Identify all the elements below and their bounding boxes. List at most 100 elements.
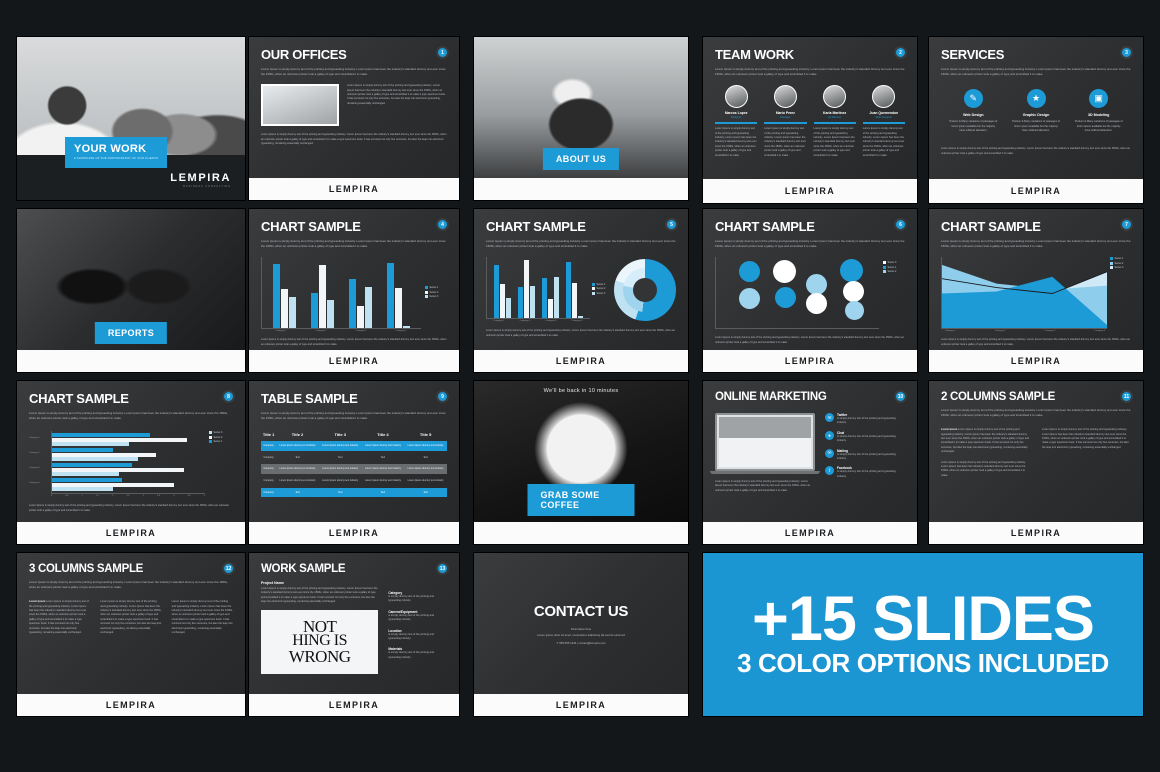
page-title: 2 COLUMNS SAMPLE [941, 391, 1056, 403]
cell: Company [263, 478, 274, 482]
slide-footer: LEMPIRA [703, 517, 917, 544]
slide-number-badge[interactable]: 11 [1120, 390, 1133, 403]
cell: Lorem Ipsum dummy text industry [404, 464, 447, 474]
team-body: 2 TEAM WORK Lorem Ipsum is simply dummy … [703, 37, 917, 179]
team-member[interactable]: Juan Quemendon Web Designer Lorem Ipsum … [862, 85, 905, 158]
slide-chart-bars-donut[interactable]: 5 CHART SAMPLE Lorem Ipsum is simply dum… [473, 208, 689, 373]
column-paragraph: Lorem Ipsum is simply dummy text of the … [171, 600, 233, 634]
slide-our-offices[interactable]: 1 OUR OFFICES Lorem Ipsum is simply dumm… [248, 36, 460, 201]
slide-reports[interactable]: REPORTS [16, 208, 246, 373]
slide-number-badge[interactable]: 12 [222, 562, 235, 575]
slide-number-badge[interactable]: 6 [894, 218, 907, 231]
slide-number-badge[interactable]: 2 [894, 46, 907, 59]
channel-item[interactable]: ● Chat is simply dummy text of the printi… [825, 430, 905, 444]
y-tick: Category 2 [29, 452, 40, 455]
table-row[interactable]: Company Lorem Ipsum dummy text industry … [261, 441, 447, 451]
bar [289, 297, 297, 329]
team-member[interactable]: Marcos Lopez Designer Lorem Ipsum is sim… [715, 85, 758, 158]
facebook-glyph: f [828, 468, 831, 474]
member-role: Manager [780, 116, 791, 120]
service-desc: Pretium & Many variations of passages of… [949, 120, 998, 132]
member-name: Karla Martinez [823, 111, 847, 116]
cell: Lorem Ipsum dummy text industry [318, 464, 362, 474]
our-offices-body: 1 OUR OFFICES Lorem Ipsum is simply dumm… [249, 37, 459, 178]
slide-about-us[interactable]: ABOUT US [473, 36, 689, 201]
slide-number-badge[interactable]: 1 [436, 46, 449, 59]
sample-table[interactable]: Title 1 Title 2 Title 3 Title 4 Title 5 … [261, 428, 447, 499]
page-title: CHART SAMPLE [941, 219, 1041, 234]
page-title: 3 COLUMNS SAMPLE [29, 563, 144, 575]
bar [499, 284, 505, 319]
legend-label: Series 3 [213, 431, 223, 435]
slide-contact-us[interactable]: CONTACT US Information here Lorem ipsum … [473, 552, 689, 717]
slide-services[interactable]: 3 SERVICES Lorem Ipsum is simply dummy t… [928, 36, 1144, 204]
slide-number-badge[interactable]: 9 [436, 390, 449, 403]
bar [386, 263, 394, 329]
cell: Lorem Ipsum dummy text industry [407, 478, 444, 482]
facebook-icon: f [825, 466, 834, 476]
legend-item: Series 3 [592, 291, 612, 295]
channel-item[interactable]: ✉ Twitter is simply dummy text of the pri… [825, 413, 905, 426]
slide-number-badge[interactable]: 8 [222, 390, 235, 403]
x-tick: Category 3 [1044, 330, 1056, 333]
slide-chart-hbar[interactable]: 8 CHART SAMPLE Lorem Ipsum is simply dum… [16, 380, 246, 545]
member-role: Web Designer [875, 116, 893, 120]
table-row[interactable]: Company Text Text Text Text [261, 453, 447, 463]
slide-number-badge[interactable]: 10 [894, 390, 907, 403]
chart-legend: Series 3 Series 1 Series 2 [879, 257, 905, 329]
slide-cover[interactable]: YOUR WORK A SHOWCASE OF THE PHOTOGRAPHY … [16, 36, 246, 201]
slide-chart-bars[interactable]: 4 CHART SAMPLE Lorem Ipsum is simply dum… [248, 208, 460, 373]
team-member[interactable]: Karla Martinez Art Director Lorem Ipsum … [813, 85, 856, 158]
slide-number-badge[interactable]: 13 [436, 562, 449, 575]
about-us-button[interactable]: ABOUT US [542, 148, 620, 170]
table-row[interactable]: Company Lorem Ipsum dummy text industry … [261, 476, 447, 486]
chart-footnote: Lorem Ipsum is simply dummy text of the … [715, 336, 905, 344]
slide-number-badge[interactable]: 4 [436, 218, 449, 231]
slide-chart-bubble[interactable]: 6 CHART SAMPLE Lorem Ipsum is simply dum… [702, 208, 918, 373]
slide-online-marketing[interactable]: 10 ONLINE MARKETING Lorem Ipsum is simpl… [702, 380, 918, 545]
coffee-button[interactable]: GRAB SOME COFFEE [527, 484, 635, 516]
column-lead: Lorem Ipsum [941, 428, 958, 432]
spec-value: is simply dummy text of the printing and… [388, 595, 434, 603]
footer-logo: LEMPIRA [784, 355, 836, 366]
table-row[interactable]: Company Text Text Text Text [261, 487, 447, 498]
x-tick: 4.5 [187, 495, 191, 498]
legend-label: Series 3 [887, 261, 897, 265]
hbar [52, 437, 187, 442]
slide-coffee-break[interactable]: We'll be back in 10 minutes GRAB SOME CO… [473, 380, 689, 545]
slide-work-sample[interactable]: 13 WORK SAMPLE Project Name Lorem Ipsum … [248, 552, 460, 717]
slide-chart-area[interactable]: 7 CHART SAMPLE Lorem Ipsum is simply dum… [928, 208, 1144, 373]
column: Lorem Ipsum Lorem Ipsum is simply dummy … [29, 600, 90, 635]
chart-legend: Series 1 Series 2 Series 3 [590, 282, 614, 297]
slide-team-work[interactable]: 2 TEAM WORK Lorem Ipsum is simply dummy … [702, 36, 918, 204]
service-item[interactable]: ✎ Web Design Pretium & Many variations o… [949, 89, 998, 133]
slide-number-badge[interactable]: 3 [1120, 46, 1133, 59]
bar [273, 264, 281, 329]
slide-number-badge[interactable]: 5 [665, 218, 678, 231]
intro-paragraph: Lorem Ipsum is simply dummy text of the … [941, 239, 1131, 249]
reports-button[interactable]: REPORTS [94, 322, 168, 344]
bar [364, 287, 372, 329]
cell: Lorem Ipsum dummy text industry [404, 441, 447, 451]
footer-logo: LEMPIRA [105, 699, 157, 710]
slide-two-columns[interactable]: 11 2 COLUMNS SAMPLE Lorem Ipsum is simpl… [928, 380, 1144, 545]
service-item[interactable]: ▣ 3D Modeling Pretium & Many variations … [1074, 89, 1123, 133]
area-chart: Series 1 Series 2 Series 3 [941, 257, 1131, 330]
chart-bubble-body: 6 CHART SAMPLE Lorem Ipsum is simply dum… [703, 209, 917, 350]
x-tick: 2.5 [126, 495, 130, 498]
channel-item[interactable]: ✉ Mailing is simply dummy text of the pri… [825, 448, 905, 462]
service-label: Web Design [963, 113, 984, 118]
cell: Text [423, 455, 428, 459]
slide-number-badge[interactable]: 7 [1120, 218, 1133, 231]
slide-footer: LEMPIRA [17, 517, 245, 544]
member-name: Marcos Lopez [724, 111, 748, 116]
slide-three-columns[interactable]: 12 3 COLUMNS SAMPLE Lorem Ipsum is simpl… [16, 552, 246, 717]
table-row[interactable]: Company Lorem Ipsum dummy text industry … [261, 464, 447, 474]
team-member[interactable]: Mario Perez Manager Lorem Ipsum is simpl… [764, 85, 807, 158]
cell: Lorem Ipsum dummy text industry [318, 441, 362, 451]
footer-arrow-icon [126, 517, 136, 522]
channel-item[interactable]: f Facebook is simply dummy text of the pr… [825, 466, 905, 479]
service-item[interactable]: ★ Graphic Design Pretium & Many variatio… [1012, 89, 1061, 133]
laptop-screen [715, 413, 815, 471]
slide-table-sample[interactable]: 9 TABLE SAMPLE Lorem Ipsum is simply dum… [248, 380, 460, 545]
